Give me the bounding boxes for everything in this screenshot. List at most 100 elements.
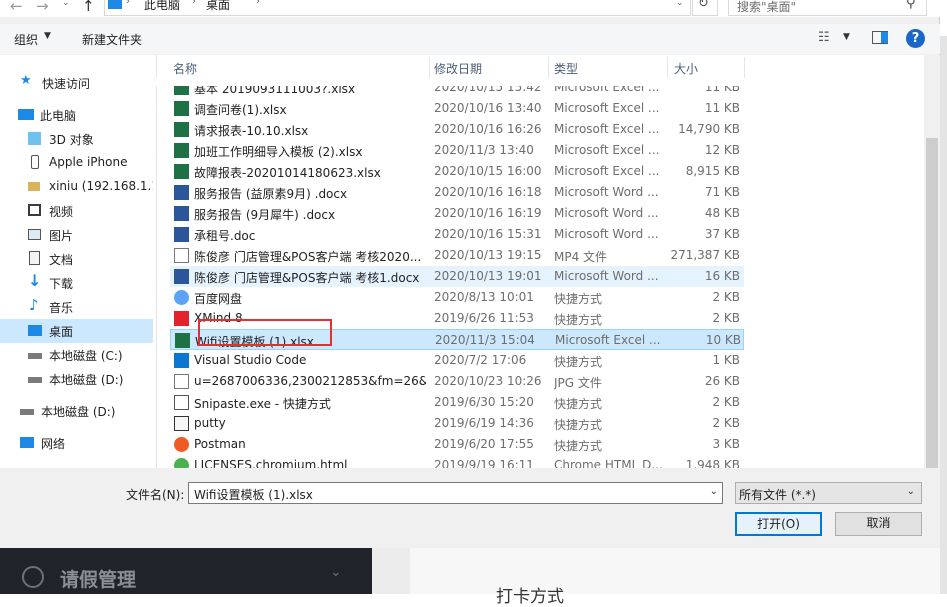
file-size: 37 KB	[704, 227, 740, 241]
nav-item-quick-access[interactable]: ★ 快速访问	[0, 71, 153, 95]
file-row[interactable]: 承租号.doc 2020/10/16 15:31 Microsoft Word ..…	[170, 224, 744, 245]
file-row[interactable]: Postman 2019/6/20 17:55 快捷方式 3 KB	[170, 434, 744, 455]
vscode-icon	[174, 353, 189, 368]
file-date: 2020/11/3 13:40	[434, 143, 534, 157]
search-icon[interactable]: ⚲	[906, 0, 916, 11]
filetype-dropdown-icon[interactable]: ⌄	[907, 486, 915, 497]
cancel-button[interactable]: 取消	[835, 512, 922, 536]
column-header-name[interactable]: 名称	[173, 60, 197, 77]
nav-item-local-disk-d[interactable]: 本地磁盘 (D:)	[0, 367, 153, 391]
file-row[interactable]: 调查问卷(1).xlsx 2020/10/16 13:40 Microsoft Ex…	[170, 98, 744, 119]
nav-item-3d-objects[interactable]: 3D 对象	[0, 127, 153, 151]
filename-input[interactable]: Wifi设置模板 (1).xlsx ⌄	[188, 482, 723, 504]
search-input[interactable]: 搜索"桌面"	[728, 0, 927, 16]
file-type: Microsoft Word ...	[554, 185, 659, 199]
file-date: 2020/11/3 15:04	[435, 333, 535, 347]
file-size: 2 KB	[712, 290, 740, 304]
file-date: 2020/8/13 10:01	[434, 290, 534, 304]
file-row[interactable]: Snipaste.exe - 快捷方式 2019/6/30 15:20 快捷方式 2 …	[170, 392, 744, 413]
file-size: 14,790 KB	[678, 122, 740, 136]
file-row[interactable]: 百度网盘 2020/8/13 10:01 快捷方式 2 KB	[170, 287, 744, 308]
open-button[interactable]: 打开(O)	[735, 512, 822, 536]
file-row[interactable]: 陈俊彦 门店管理&POS客户端 考核2020... 2020/10/13 19:1…	[170, 245, 744, 266]
file-date: 2020/10/16 13:40	[434, 101, 542, 115]
file-row[interactable]: 服务报告 (9月犀牛) .docx 2020/10/16 16:19 Microso…	[170, 203, 744, 224]
file-row[interactable]: Visual Studio Code 2020/7/2 17:06 快捷方式 1 KB	[170, 350, 744, 371]
new-folder-button[interactable]: 新建文件夹	[82, 31, 142, 48]
nav-item-desktop[interactable]: 桌面	[0, 319, 153, 343]
file-row[interactable]: putty 2019/6/19 14:36 快捷方式 2 KB	[170, 413, 744, 434]
nav-item-documents[interactable]: 文档	[0, 247, 153, 271]
nav-item-local-disk-c[interactable]: 本地磁盘 (C:)	[0, 343, 153, 367]
file-row[interactable]: 故障报表-20201014180623.xlsx 2020/10/15 16:00…	[170, 161, 744, 182]
computer-icon	[108, 0, 122, 9]
background-sidebar-item[interactable]: 请假管理	[60, 565, 136, 592]
file-row[interactable]: 服务报告 (益原素9月) .docx 2020/10/16 16:18 Micros…	[170, 182, 744, 203]
file-name: 陈俊彦 门店管理&POS客户端 考核2020...	[194, 250, 422, 264]
view-dropdown-icon[interactable]: ▼	[843, 32, 850, 42]
background-heading: 打卡方式	[496, 587, 564, 607]
download-icon: ↓	[28, 271, 42, 290]
nav-item-music[interactable]: ♪ 音乐	[0, 295, 153, 319]
nav-item-this-pc[interactable]: 此电脑	[0, 103, 153, 127]
file-row[interactable]: 加班工作明细导入模板 (2).xlsx 2020/11/3 13:40 Micros…	[170, 140, 744, 161]
column-header-size[interactable]: 大小	[674, 60, 698, 77]
file-type: Microsoft Excel ...	[554, 122, 660, 136]
word-icon	[174, 269, 189, 284]
file-name: 服务报告 (益原素9月) .docx	[194, 187, 348, 201]
nav-item-local-disk-d-root[interactable]: 本地磁盘 (D:)	[0, 399, 153, 423]
snipaste-icon	[174, 395, 189, 410]
view-options-icon[interactable]: ☷	[818, 30, 830, 45]
column-header-type[interactable]: 类型	[554, 60, 578, 77]
nav-item-xiniu[interactable]: xiniu (192.168.1.10	[0, 175, 167, 199]
file-name: 故障报表-20201014180623.xlsx	[194, 166, 381, 180]
recent-locations-icon[interactable]: ⌄	[62, 0, 70, 8]
nav-item-network[interactable]: 网络	[0, 431, 153, 455]
nav-item-apple-iphone[interactable]: Apple iPhone	[0, 151, 153, 175]
refresh-icon[interactable]: ↻	[698, 0, 709, 11]
preview-pane-icon[interactable]	[872, 31, 888, 44]
drive-icon	[28, 353, 42, 359]
music-icon: ♪	[29, 296, 39, 314]
file-row[interactable]: 请求报表-10.10.xlsx 2020/10/16 16:26 Microsoft…	[170, 119, 744, 140]
back-button[interactable]: ←	[10, 0, 23, 15]
file-name: putty	[194, 416, 226, 430]
scrollbar-thumb[interactable]	[926, 138, 938, 468]
file-name: 调查问卷(1).xlsx	[194, 103, 287, 117]
file-type: Microsoft Word ...	[554, 269, 659, 283]
up-button[interactable]: ↑	[82, 0, 95, 15]
file-type: Microsoft Excel ...	[554, 164, 660, 178]
file-type: MP4 文件	[554, 250, 608, 264]
file-name: 加班工作明细导入模板 (2).xlsx	[194, 145, 363, 159]
column-header-date[interactable]: 修改日期	[434, 60, 482, 77]
word-icon	[174, 185, 189, 200]
dialog-footer	[0, 468, 940, 548]
word-icon	[174, 227, 189, 242]
drive-icon	[20, 409, 34, 415]
forward-button[interactable]: →	[36, 0, 49, 15]
nav-item-pictures[interactable]: 图片	[0, 223, 153, 247]
file-date: 2020/10/16 16:26	[434, 122, 542, 136]
breadcrumb-desktop[interactable]: 桌面	[206, 0, 230, 13]
file-name: 陈俊彦 门店管理&POS客户端 考核1.docx	[194, 271, 420, 285]
organize-button[interactable]: 组织	[14, 31, 38, 48]
file-size: 11 KB	[704, 101, 740, 115]
chevron-right-icon: ›	[126, 0, 130, 7]
excel-icon	[174, 122, 189, 137]
file-date: 2020/10/16 16:19	[434, 206, 542, 220]
file-row[interactable]: 陈俊彦 门店管理&POS客户端 考核1.docx 2020/10/13 19:01…	[170, 266, 744, 287]
help-icon[interactable]: ?	[906, 29, 925, 48]
address-dropdown-icon[interactable]: ⌄	[676, 0, 684, 8]
file-size: 16 KB	[704, 269, 740, 283]
nav-item-videos[interactable]: 视频	[0, 199, 153, 223]
file-name: 请求报表-10.10.xlsx	[194, 124, 309, 138]
breadcrumb-this-pc[interactable]: 此电脑	[144, 0, 180, 13]
file-row[interactable]: u=2687006336,2300212853&fm=26&... 2020/10…	[170, 371, 744, 392]
file-date: 2020/10/13 19:01	[434, 269, 542, 283]
navigation-pane: ★ 快速访问 此电脑 3D 对象 Apple iPhone xiniu (192…	[0, 55, 167, 468]
filetype-select[interactable]: 所有文件 (*.*) ⌄	[735, 482, 922, 504]
network-drive-icon	[28, 182, 40, 191]
file-date: 2020/7/2 17:06	[434, 353, 527, 367]
nav-item-downloads[interactable]: ↓ 下载	[0, 271, 153, 295]
filename-dropdown-icon[interactable]: ⌄	[710, 486, 718, 497]
